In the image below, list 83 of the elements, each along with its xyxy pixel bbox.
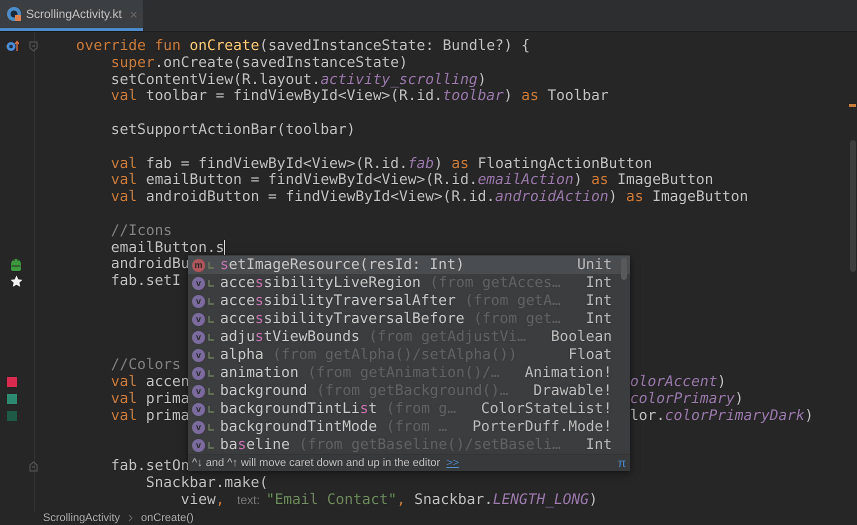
fold-icon[interactable] (29, 41, 38, 52)
editor-tab[interactable]: ScrollingActivity.kt × (0, 0, 144, 31)
code-line: fab.setOn (110, 458, 190, 475)
code-line: emailButton.s (110, 240, 224, 256)
kind-icon: v (192, 348, 205, 362)
breadcrumb[interactable]: ScrollingActivity (43, 512, 120, 524)
visibility-icon (208, 315, 215, 323)
visibility-icon (208, 405, 215, 413)
code-line: override fun onCreate(savedInstanceState: Bundle?) { (76, 38, 530, 55)
completion-name: accessibilityLiveRegion (220, 275, 421, 291)
code-line: super.onCreate(savedInstanceState) (110, 54, 408, 72)
scrollbar-thumb[interactable] (850, 140, 856, 272)
visibility-icon (208, 423, 215, 431)
kind-icon: v (192, 330, 205, 344)
kind-icon: v (192, 294, 205, 308)
code-line: val prima (110, 408, 190, 424)
visibility-icon (208, 387, 215, 395)
completion-name: accessibilityTraversalAfter (220, 293, 456, 309)
completion-name: baseline (220, 437, 290, 453)
code-line: colorPrimary) (630, 390, 744, 408)
visibility-icon (208, 279, 215, 287)
kind-icon: v (192, 366, 205, 380)
visibility-icon (208, 369, 215, 377)
kind-icon: v (192, 276, 205, 290)
chevron-icon (128, 514, 134, 522)
fold-icon[interactable] (29, 460, 38, 472)
completion-name: alpha (220, 347, 264, 363)
kind-icon: m (192, 258, 205, 272)
code-line: lor.colorPrimaryDark) (630, 408, 814, 424)
code-line: val emailButton = findViewById<View>(R.id.emailAction) as ImageButton (110, 172, 714, 190)
completion-name: backgroundTintList (220, 401, 378, 417)
file-icon (6, 6, 22, 22)
code-line: view, text: "Email Contact", Snackbar.LENGTH_LONG) (180, 492, 598, 508)
code-line: val fab = findViewById<View>(R.id.fab) as FloatingActionButton (110, 156, 652, 172)
completion-name: backgroundTintMode (220, 419, 378, 435)
completion-type: Animation! (524, 365, 612, 381)
completion-type: PorterDuff.Mode! (471, 419, 612, 435)
breadcrumb[interactable]: onCreate() (141, 512, 194, 524)
code-line: val prima (110, 390, 190, 408)
code-line: //Colors (110, 357, 181, 374)
color-swatch[interactable] (7, 394, 17, 404)
code-line: val androidButton = findViewById<View>(R.id.androidAction) as ImageButton (110, 189, 748, 206)
completion-type: Int (584, 311, 612, 327)
code-line: fab.setI (110, 273, 181, 290)
visibility-icon (208, 333, 215, 341)
completion-type: ColorStateList! (480, 401, 612, 417)
code-line: val toolbar = findViewById<View>(R.id.toolbar) as Toolbar (110, 88, 609, 106)
color-swatch[interactable] (7, 410, 17, 421)
code-line: Snackbar.make( (144, 474, 268, 492)
code-line: androidBu (110, 256, 190, 274)
kind-icon: v (192, 384, 205, 398)
visibility-icon (208, 441, 215, 449)
completion-name: setImageResource(resId: Int) (220, 257, 464, 273)
star-icon (10, 275, 23, 288)
android-icon (10, 258, 22, 272)
override-icon[interactable] (6, 40, 19, 52)
completion-item[interactable]: m setImageResource(resId: Int) Unit (188, 256, 630, 274)
completion-name: background (220, 383, 308, 399)
code-line: setContentView(R.layout.activity_scrolling) (110, 72, 486, 88)
completion-name: accessibilityTraversalBefore (220, 311, 464, 327)
kind-icon: v (192, 420, 205, 434)
completion-type: Int (584, 275, 612, 291)
completion-type: Float (567, 347, 612, 363)
completion-name: adjustViewBounds (220, 329, 360, 345)
visibility-icon (208, 261, 215, 269)
completion-type: Boolean (550, 329, 612, 345)
visibility-icon (208, 351, 215, 359)
code-line: setSupportActionBar(toolbar) (110, 122, 356, 139)
visibility-icon (208, 297, 215, 305)
code-line: val accen (110, 374, 190, 391)
completion-name: animation (220, 365, 299, 381)
completion-type: Int (584, 293, 612, 309)
code-line: //Icons (110, 222, 172, 240)
color-swatch[interactable] (7, 376, 17, 387)
kind-icon: v (192, 312, 205, 326)
completion-type: Int (584, 437, 612, 453)
popup-tip: ^↓ and ^↑ will move caret down and up in the editor (192, 457, 440, 469)
kind-icon: v (192, 438, 205, 452)
completion-type: Unit (576, 257, 612, 273)
scrollbar-thumb[interactable] (621, 258, 627, 280)
code-line: olorAccent) (630, 374, 726, 391)
completion-type: Drawable! (532, 383, 612, 399)
kind-icon: v (192, 402, 205, 416)
